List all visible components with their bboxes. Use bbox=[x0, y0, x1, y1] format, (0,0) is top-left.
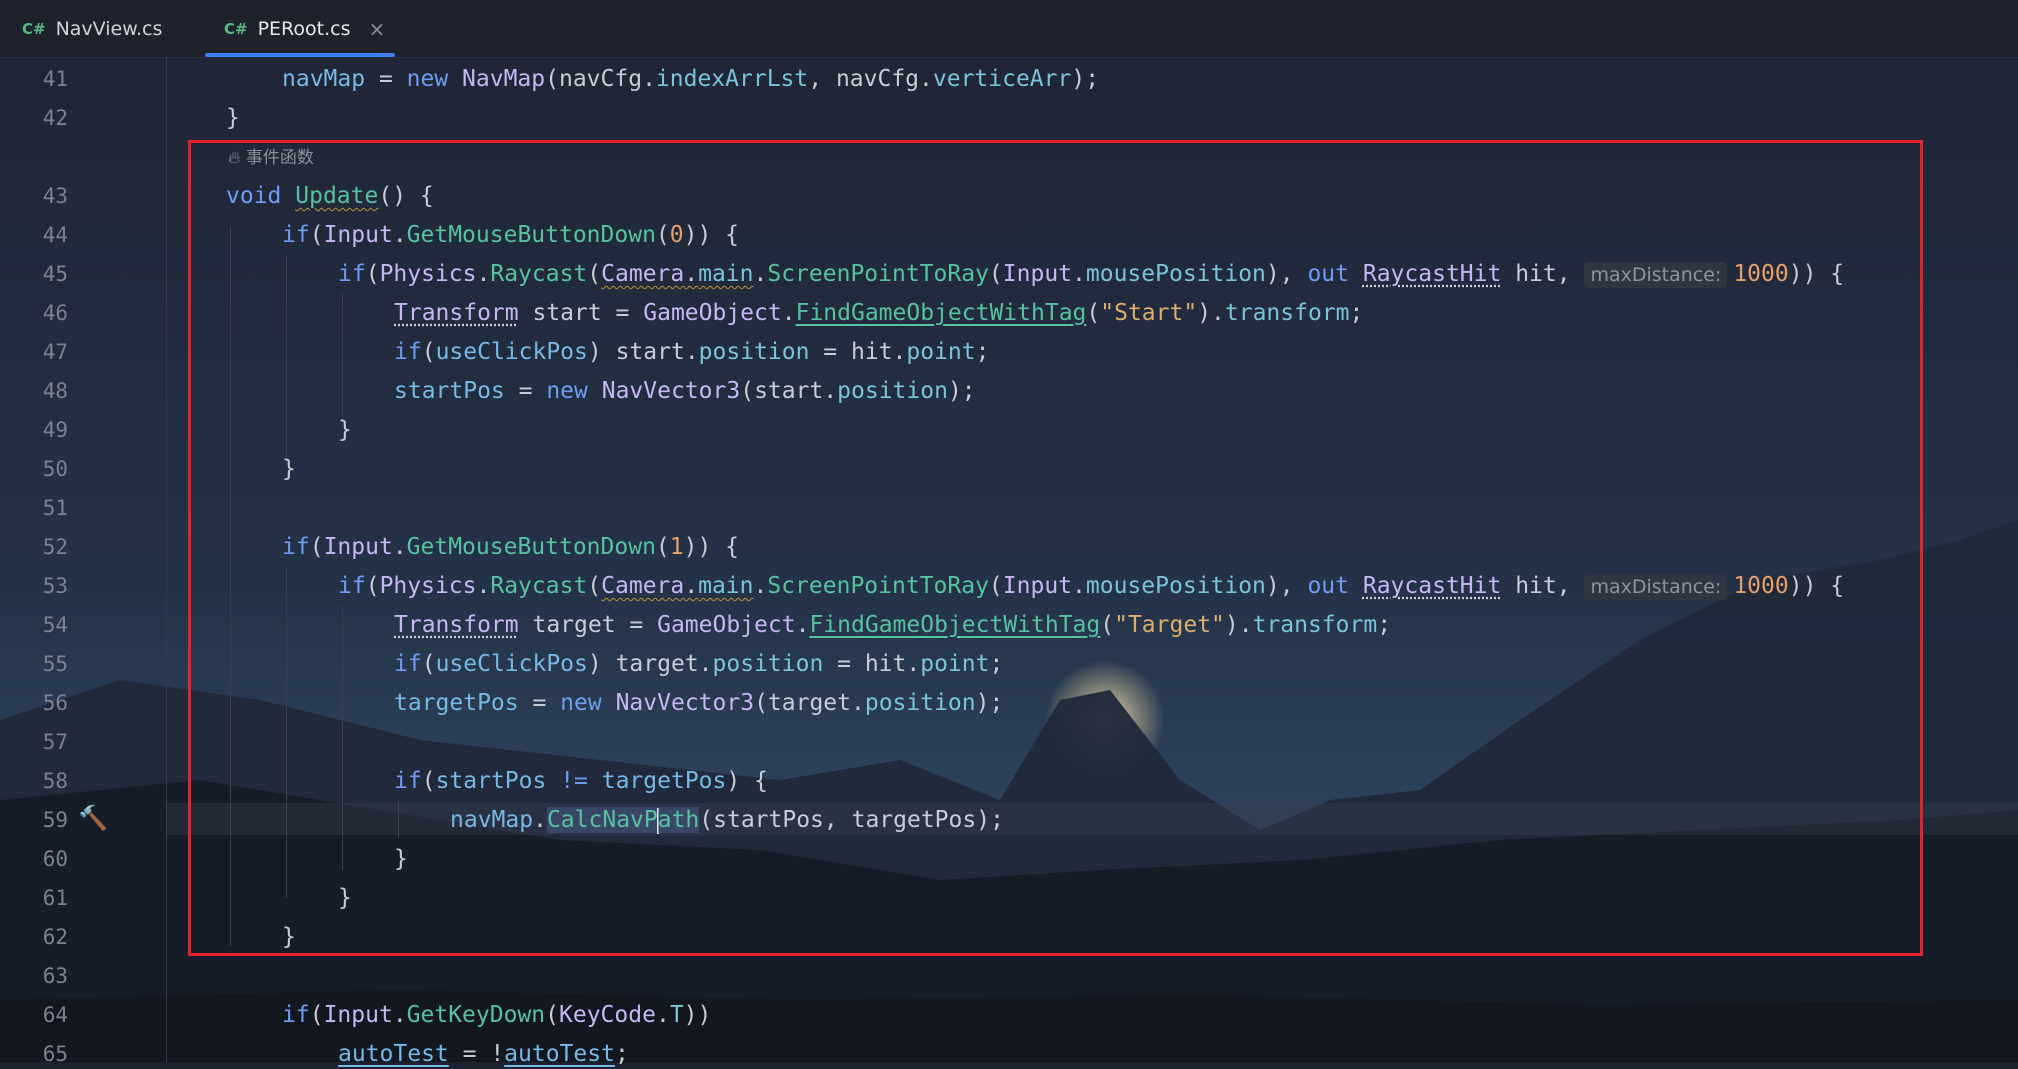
line-number: 52 bbox=[42, 535, 68, 559]
line-number: 65 bbox=[42, 1042, 68, 1066]
tab-peroot[interactable]: C# PERoot.cs × bbox=[224, 0, 385, 57]
tab-label: NavView.cs bbox=[55, 17, 163, 40]
line-number: 55 bbox=[42, 652, 68, 676]
line-number: 42 bbox=[42, 106, 68, 130]
line-number: 48 bbox=[42, 379, 68, 403]
line-number: 60 bbox=[42, 847, 68, 871]
line-number: 44 bbox=[42, 223, 68, 247]
tab-navview[interactable]: C# NavView.cs bbox=[22, 0, 162, 57]
code-line-64: if(Input.GetKeyDown(KeyCode.T)) bbox=[282, 1002, 712, 1028]
active-tab-indicator bbox=[205, 53, 395, 57]
line-number: 53 bbox=[42, 574, 68, 598]
line-number: 43 bbox=[42, 184, 68, 208]
line-number: 59 bbox=[42, 808, 68, 832]
line-number: 58 bbox=[42, 769, 68, 793]
code-line-42: } bbox=[226, 105, 240, 131]
line-number: 57 bbox=[42, 730, 68, 754]
gutter-separator bbox=[166, 57, 167, 1062]
csharp-file-icon: C# bbox=[224, 19, 248, 38]
line-number: 63 bbox=[42, 964, 68, 988]
hammer-icon[interactable]: 🔨 bbox=[78, 803, 108, 833]
line-number: 62 bbox=[42, 925, 68, 949]
line-number: 50 bbox=[42, 457, 68, 481]
line-number: 46 bbox=[42, 301, 68, 325]
csharp-file-icon: C# bbox=[22, 19, 46, 38]
line-number: 61 bbox=[42, 886, 68, 910]
code-line-65: autoTest = !autoTest; bbox=[338, 1041, 629, 1067]
tab-label: PERoot.cs bbox=[257, 17, 351, 40]
line-number: 56 bbox=[42, 691, 68, 715]
line-number: 51 bbox=[42, 496, 68, 520]
annotation-highlight-box bbox=[188, 140, 1923, 956]
editor-tab-bar: C# NavView.cs C# PERoot.cs × bbox=[0, 0, 2018, 58]
code-line-41: navMap = new NavMap(navCfg.indexArrLst, … bbox=[282, 66, 1100, 92]
line-number: 54 bbox=[42, 613, 68, 637]
close-icon[interactable]: × bbox=[368, 17, 385, 41]
line-number: 47 bbox=[42, 340, 68, 364]
line-number: 64 bbox=[42, 1003, 68, 1027]
line-number: 49 bbox=[42, 418, 68, 442]
line-number: 45 bbox=[42, 262, 68, 286]
line-number: 41 bbox=[42, 67, 68, 91]
